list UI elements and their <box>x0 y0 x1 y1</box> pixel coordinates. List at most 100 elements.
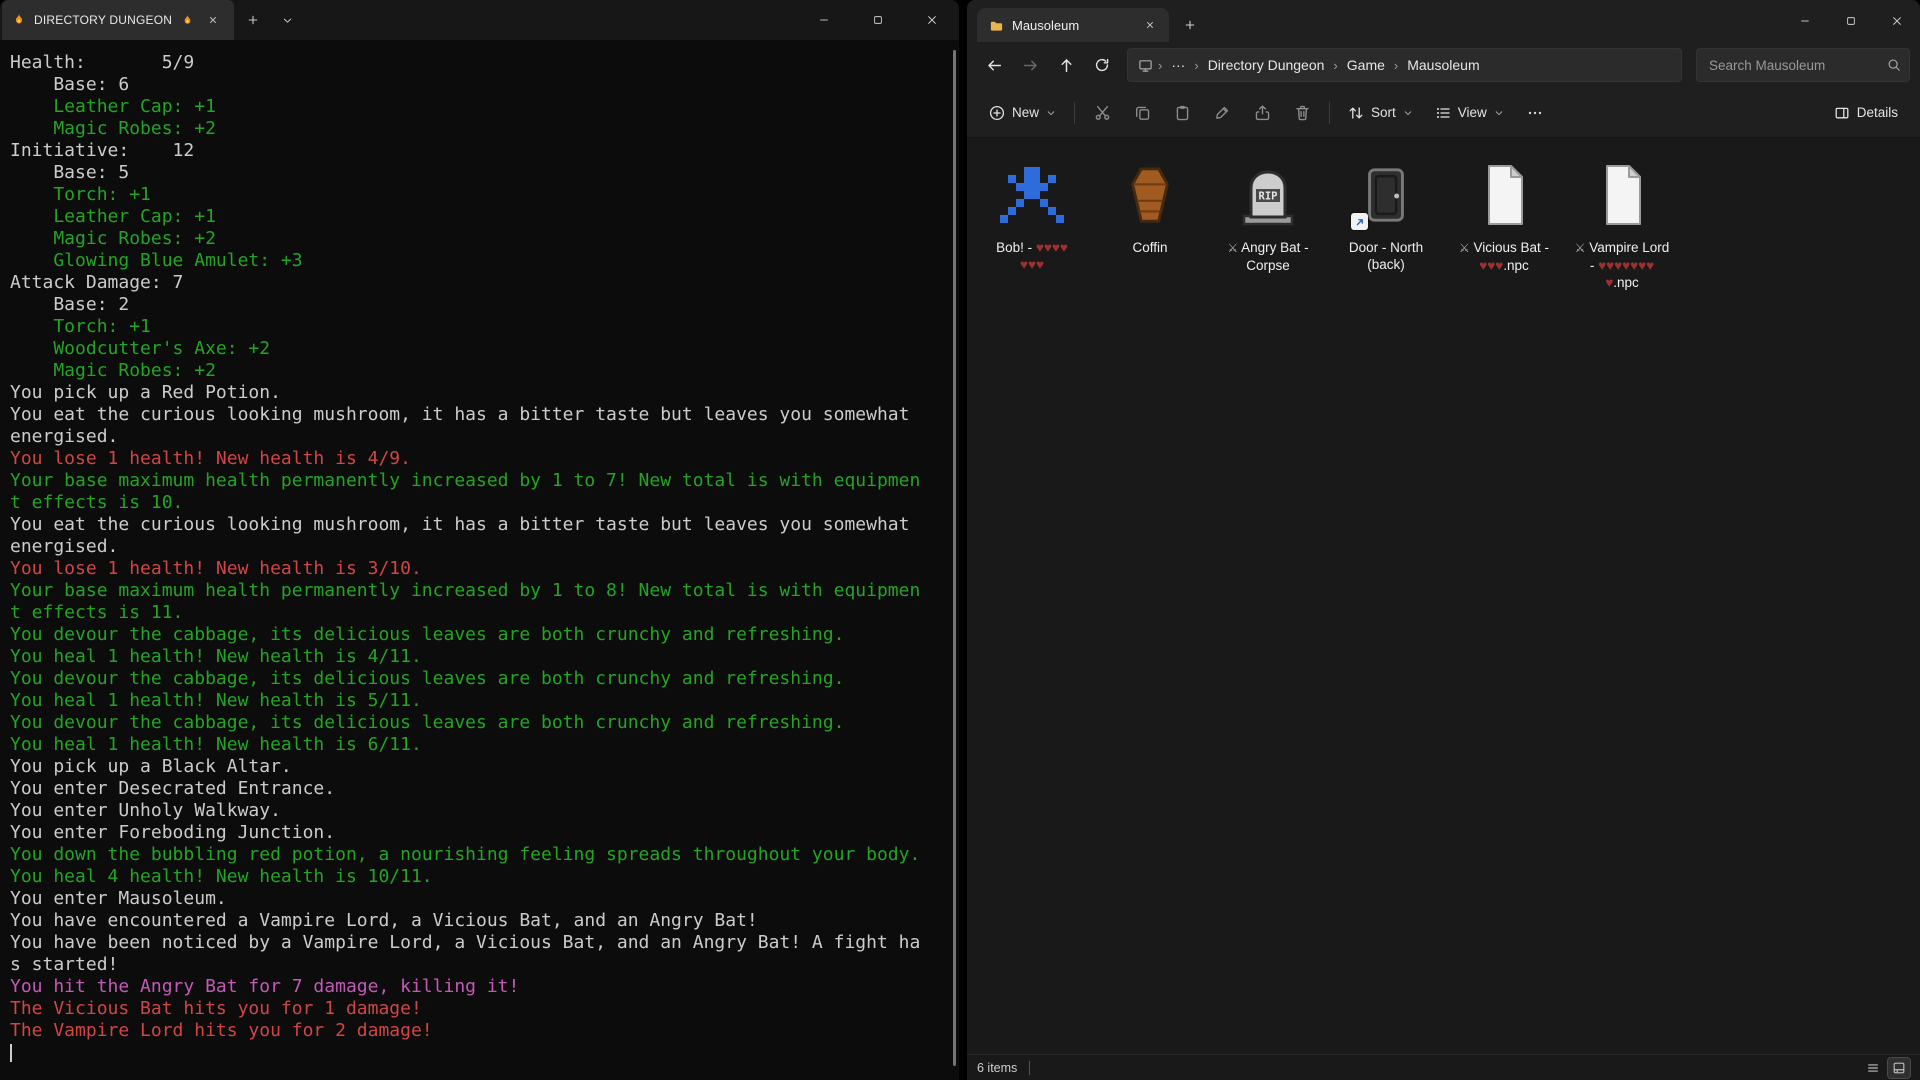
file-label: Bob! - ♥♥♥♥♥♥♥ <box>996 239 1068 273</box>
door-icon <box>1345 154 1427 236</box>
toolbar-divider <box>1074 102 1075 124</box>
explorer-minimize-button[interactable] <box>1782 0 1828 42</box>
terminal-line: Your base maximum health permanently inc… <box>10 580 959 602</box>
document-icon <box>1463 154 1545 236</box>
terminal-line: Magic Robes: +2 <box>10 360 959 382</box>
new-button[interactable]: New <box>979 95 1066 131</box>
terminal-scrollbar[interactable] <box>953 50 956 1066</box>
back-icon <box>986 57 1003 74</box>
copy-icon <box>1134 104 1151 121</box>
terminal-titlebar: DIRECTORY DUNGEON <box>0 0 959 40</box>
view-list-button[interactable] <box>1862 1058 1884 1078</box>
terminal-line: Initiative: 12 <box>10 140 959 162</box>
view-large-icons-button[interactable] <box>1888 1058 1910 1078</box>
flame-icon <box>12 13 26 27</box>
file-item-coffin[interactable]: Coffin <box>1091 150 1209 295</box>
terminal-line: s started! <box>10 954 959 976</box>
file-label: ⚔ Vampire Lord- ♥♥♥♥♥♥♥♥.npc <box>1575 239 1670 291</box>
file-item-vampire-lord[interactable]: ⚔ Vampire Lord- ♥♥♥♥♥♥♥♥.npc <box>1563 150 1681 295</box>
terminal-line: You enter Foreboding Junction. <box>10 822 959 844</box>
chevron-down-icon <box>1403 108 1413 118</box>
sort-button[interactable]: Sort <box>1338 95 1423 131</box>
breadcrumb-item-directory-dungeon[interactable]: Directory Dungeon <box>1204 55 1329 75</box>
delete-button[interactable] <box>1283 95 1321 131</box>
breadcrumb-ellipsis[interactable]: ··· <box>1167 55 1189 75</box>
explorer-close-button[interactable] <box>1874 0 1920 42</box>
terminal-line: You have been noticed by a Vampire Lord,… <box>10 932 959 954</box>
explorer-tab-close-button[interactable] <box>1139 14 1161 36</box>
rename-button[interactable] <box>1203 95 1241 131</box>
terminal-line: Leather Cap: +1 <box>10 96 959 118</box>
terminal-line: You heal 1 health! New health is 6/11. <box>10 734 959 756</box>
sort-button-label: Sort <box>1371 105 1396 120</box>
forward-icon <box>1022 57 1039 74</box>
nav-up-button[interactable] <box>1049 48 1083 82</box>
terminal-line: You hit the Angry Bat for 7 damage, kill… <box>10 976 959 998</box>
share-button[interactable] <box>1243 95 1281 131</box>
breadcrumb-item-game[interactable]: Game <box>1343 55 1389 75</box>
minimize-button[interactable] <box>797 0 851 40</box>
chevron-down-icon <box>1494 108 1504 118</box>
file-label: Coffin <box>1132 239 1167 256</box>
new-tab-button[interactable] <box>238 5 268 35</box>
terminal-tab[interactable]: DIRECTORY DUNGEON <box>2 0 234 40</box>
file-grid[interactable]: Bob! - ♥♥♥♥♥♥♥ Coffin RIP⚔ Angry Bat -Corp… <box>967 138 1920 1054</box>
view-button-label: View <box>1458 105 1487 120</box>
terminal-line: Glowing Blue Amulet: +3 <box>10 250 959 272</box>
pixel-person-icon <box>991 154 1073 236</box>
sort-icon <box>1348 105 1364 121</box>
search-input[interactable] <box>1709 58 1887 73</box>
terminal-line: Your base maximum health permanently inc… <box>10 470 959 492</box>
terminal-line: The Vicious Bat hits you for 1 damage! <box>10 998 959 1020</box>
explorer-navbar: › ··· › Directory Dungeon › Game › Mauso… <box>967 42 1920 88</box>
explorer-new-tab-button[interactable] <box>1175 10 1205 40</box>
details-pane-icon <box>1834 105 1850 121</box>
terminal-line: Base: 2 <box>10 294 959 316</box>
nav-refresh-button[interactable] <box>1085 48 1119 82</box>
terminal-line: Base: 6 <box>10 74 959 96</box>
terminal-line: You have encountered a Vampire Lord, a V… <box>10 910 959 932</box>
breadcrumb: › ··· › Directory Dungeon › Game › Mauso… <box>1127 48 1682 82</box>
search-box <box>1696 48 1910 82</box>
new-plus-icon <box>989 105 1005 121</box>
more-button[interactable] <box>1516 95 1554 131</box>
cut-icon <box>1094 104 1111 121</box>
details-button[interactable]: Details <box>1824 95 1908 131</box>
terminal-line: You enter Mausoleum. <box>10 888 959 910</box>
shortcut-arrow-icon <box>1351 213 1368 230</box>
close-button[interactable] <box>905 0 959 40</box>
explorer-tab[interactable]: Mausoleum <box>977 8 1169 42</box>
explorer-tab-title: Mausoleum <box>1012 18 1131 33</box>
terminal-line: Torch: +1 <box>10 184 959 206</box>
terminal-line: Magic Robes: +2 <box>10 228 959 250</box>
tab-close-button[interactable] <box>202 9 224 31</box>
cut-button[interactable] <box>1083 95 1121 131</box>
view-button[interactable]: View <box>1425 95 1514 131</box>
nav-forward-button[interactable] <box>1013 48 1047 82</box>
delete-icon <box>1294 104 1311 121</box>
file-item-door-north-back[interactable]: Door - North(back) <box>1327 150 1445 295</box>
terminal-line: You pick up a Red Potion. <box>10 382 959 404</box>
terminal-line: Health: 5/9 <box>10 52 959 74</box>
file-item-angry-bat-corpse[interactable]: RIP⚔ Angry Bat -Corpse <box>1209 150 1327 295</box>
copy-button[interactable] <box>1123 95 1161 131</box>
terminal-output[interactable]: Health: 5/9 Base: 6 Leather Cap: +1 Magi… <box>0 40 959 1080</box>
file-item-bob[interactable]: Bob! - ♥♥♥♥♥♥♥ <box>973 150 1091 295</box>
file-item-vicious-bat[interactable]: ⚔ Vicious Bat -♥♥♥.npc <box>1445 150 1563 295</box>
new-button-label: New <box>1012 105 1039 120</box>
file-label: ⚔ Angry Bat -Corpse <box>1227 239 1308 274</box>
share-icon <box>1254 104 1271 121</box>
terminal-line: You devour the cabbage, its delicious le… <box>10 712 959 734</box>
tab-dropdown-button[interactable] <box>272 5 302 35</box>
nav-back-button[interactable] <box>977 48 1011 82</box>
search-icon <box>1887 58 1901 72</box>
explorer-maximize-button[interactable] <box>1828 0 1874 42</box>
paste-button[interactable] <box>1163 95 1201 131</box>
breadcrumb-item-mausoleum[interactable]: Mausoleum <box>1403 55 1483 75</box>
chevron-down-icon <box>1046 108 1056 118</box>
flame-icon <box>181 14 194 27</box>
file-label: Door - North(back) <box>1349 239 1423 273</box>
terminal-line: You eat the curious looking mushroom, it… <box>10 404 959 426</box>
this-pc-icon[interactable] <box>1138 58 1153 73</box>
maximize-button[interactable] <box>851 0 905 40</box>
